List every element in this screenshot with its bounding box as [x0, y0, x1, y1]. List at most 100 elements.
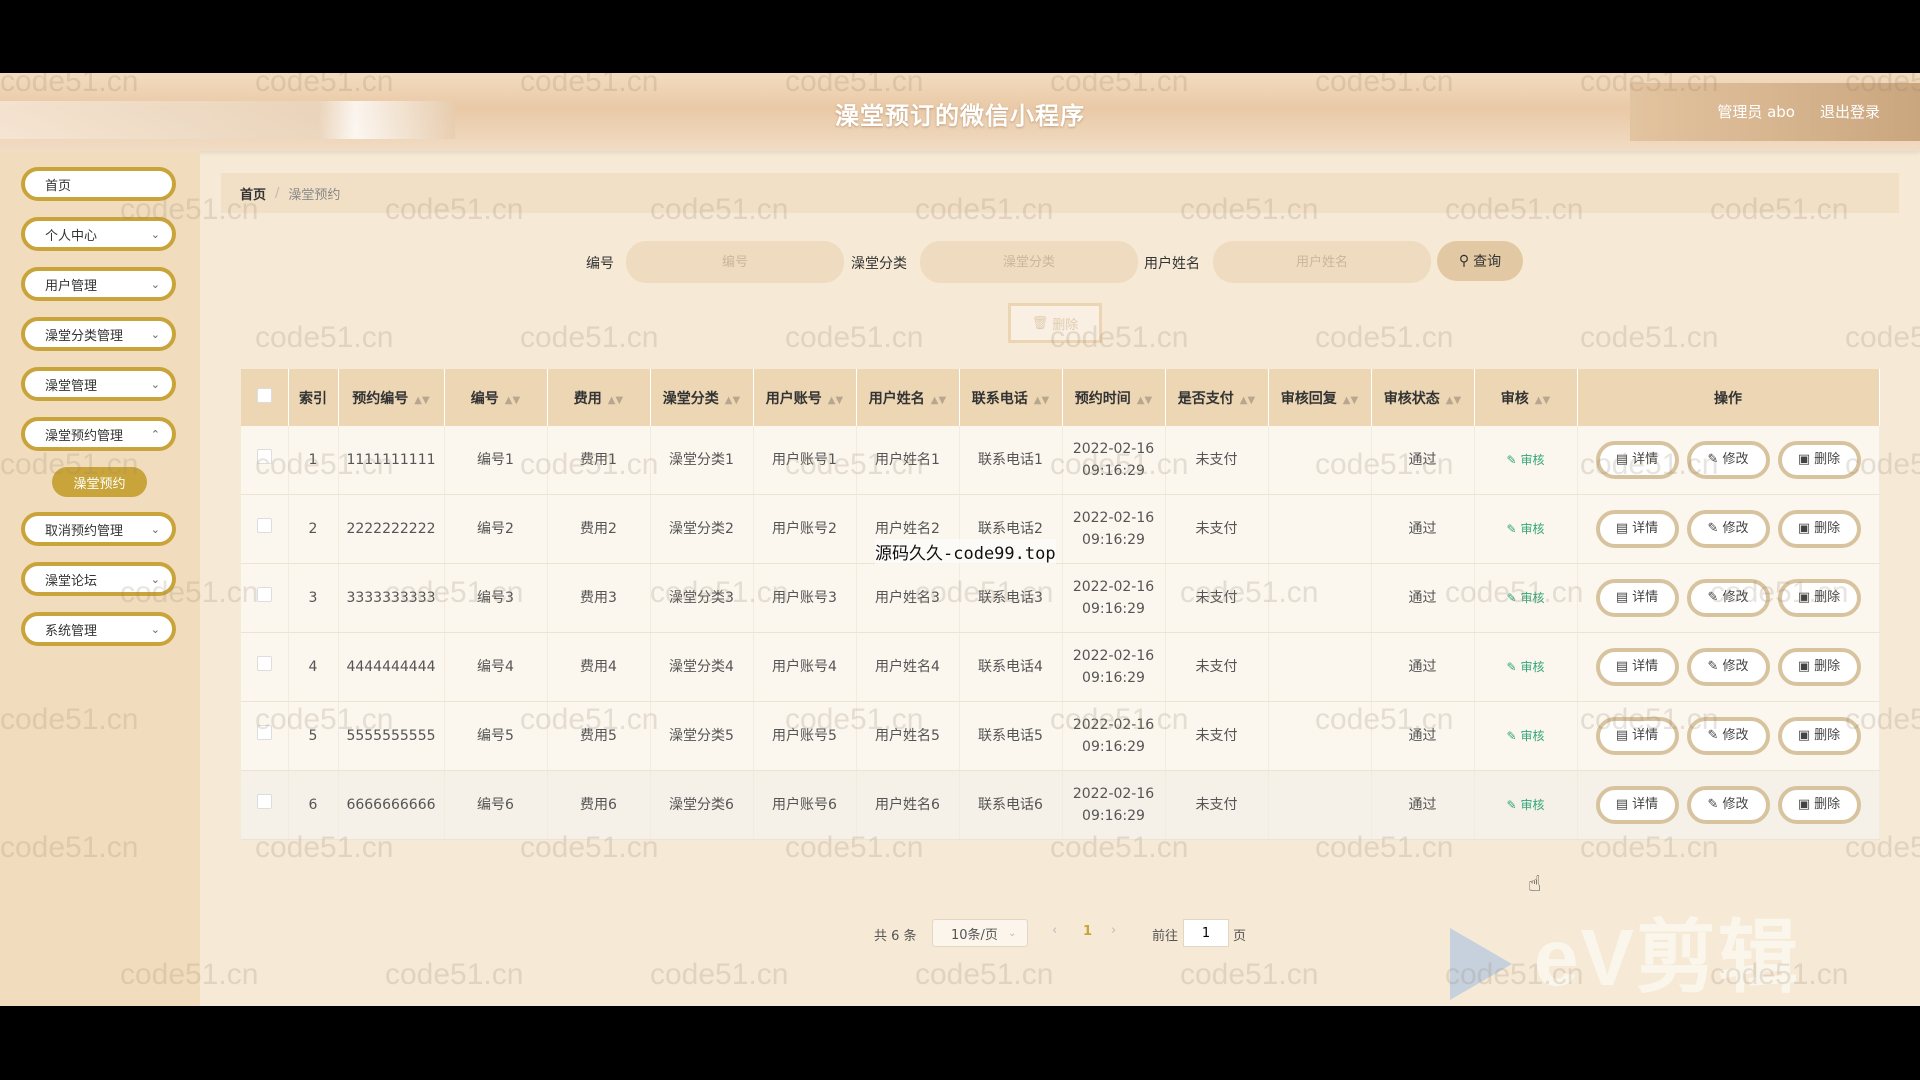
audit-link[interactable]: ✎ 审核 [1507, 729, 1545, 743]
row-checkbox[interactable] [241, 770, 289, 840]
sort-icon[interactable]: ▲▼ [931, 395, 946, 406]
edit-icon: ✎ [1506, 453, 1517, 467]
edit-button[interactable]: ✎ 修改 [1686, 441, 1770, 479]
column-header-booking-no[interactable]: 预约编号 ▲▼ [338, 369, 445, 426]
cell-account: 用户账号2 [753, 494, 857, 564]
cell-fee: 费用2 [547, 494, 651, 564]
sort-icon[interactable]: ▲▼ [725, 395, 740, 406]
column-header-reply[interactable]: 审核回复 ▲▼ [1268, 369, 1372, 426]
delete-button[interactable]: ▣ 删除 [1777, 510, 1861, 548]
audit-link[interactable]: ✎ 审核 [1507, 453, 1545, 467]
edit-button[interactable]: ✎ 修改 [1686, 510, 1770, 548]
sidebar-item-cancel-booking-management[interactable]: 取消预约管理 ⌄ [21, 512, 176, 546]
delete-button[interactable]: ▣ 删除 [1777, 717, 1861, 755]
user-name-search-input[interactable] [1213, 241, 1431, 283]
column-header-phone[interactable]: 联系电话 ▲▼ [959, 369, 1063, 426]
column-header-paid[interactable]: 是否支付 ▲▼ [1165, 369, 1269, 426]
column-header-audit[interactable]: 审核 ▲▼ [1474, 369, 1578, 426]
column-header-account[interactable]: 用户账号 ▲▼ [753, 369, 857, 426]
sidebar-item-system-management[interactable]: 系统管理 ⌄ [21, 612, 176, 646]
sort-icon[interactable]: ▲▼ [1343, 395, 1358, 406]
column-header-status[interactable]: 审核状态 ▲▼ [1371, 369, 1475, 426]
row-checkbox[interactable] [241, 494, 289, 564]
sidebar-subitem-bath-booking[interactable]: 澡堂预约 [52, 467, 147, 497]
sidebar-item-bath-booking-management[interactable]: 澡堂预约管理 ⌃ [21, 417, 176, 451]
document-icon: ▤ [1615, 728, 1629, 743]
row-checkbox[interactable] [241, 563, 289, 633]
next-page-icon[interactable]: › [1111, 923, 1116, 938]
delete-button[interactable]: ▣ 删除 [1777, 786, 1861, 824]
sort-icon[interactable]: ▲▼ [505, 395, 520, 406]
detail-button[interactable]: ▤ 详情 [1595, 510, 1679, 548]
sidebar-item-bath-forum[interactable]: 澡堂论坛 ⌄ [21, 562, 176, 596]
number-search-input[interactable] [626, 241, 844, 283]
column-header-booking-time[interactable]: 预约时间 ▲▼ [1062, 369, 1166, 426]
watermark-text: code51.cn [1180, 958, 1319, 991]
sort-icon[interactable]: ▲▼ [1446, 395, 1461, 406]
column-header-number[interactable]: 编号 ▲▼ [444, 369, 548, 426]
prev-page-icon[interactable]: ‹ [1052, 923, 1057, 938]
search-button[interactable]: ⚲ 查询 [1437, 241, 1523, 281]
cell-paid: 未支付 [1165, 632, 1269, 702]
cell-booking-time: 2022-02-16 09:16:29 [1062, 701, 1166, 771]
edit-button[interactable]: ✎ 修改 [1686, 717, 1770, 755]
cell-status: 通过 [1371, 426, 1475, 495]
edit-button[interactable]: ✎ 修改 [1686, 786, 1770, 824]
breadcrumb-home[interactable]: 首页 [240, 184, 266, 203]
row-checkbox[interactable] [241, 426, 289, 495]
row-checkbox[interactable] [241, 701, 289, 771]
cell-no: 编号3 [444, 563, 548, 633]
audit-link[interactable]: ✎ 审核 [1507, 660, 1545, 674]
column-header-category[interactable]: 澡堂分类 ▲▼ [650, 369, 754, 426]
edit-icon: ✎ [1707, 659, 1719, 674]
booking-table: 索引 预约编号 ▲▼ 编号 ▲▼ 费用 ▲▼ 澡堂分类 ▲▼ 用户账号 ▲▼ 用户姓名 ▲▼… [241, 369, 1880, 840]
detail-button[interactable]: ▤ 详情 [1595, 786, 1679, 824]
table-row[interactable]: 4 4444444444 编号4 费用4 澡堂分类4 用户账号4 用户姓名4 联系电话4 202… [241, 632, 1880, 702]
row-checkbox[interactable] [241, 632, 289, 702]
detail-button[interactable]: ▤ 详情 [1595, 579, 1679, 617]
sidebar-item-label: 澡堂预约管理 [45, 428, 124, 444]
page-size-select[interactable]: 10条/页 ⌄ [932, 919, 1028, 947]
sort-icon[interactable]: ▲▼ [828, 395, 843, 406]
audit-link[interactable]: ✎ 审核 [1507, 798, 1545, 812]
watermark-text: code51.cn [385, 958, 524, 991]
trash-icon: 🗑 [1031, 315, 1049, 331]
sidebar-item-bath-category-management[interactable]: 澡堂分类管理 ⌄ [21, 317, 176, 351]
audit-link[interactable]: ✎ 审核 [1507, 591, 1545, 605]
table-row[interactable]: 6 6666666666 编号6 费用6 澡堂分类6 用户账号6 用户姓名6 联系电话6 202… [241, 770, 1880, 840]
sort-icon[interactable]: ▲▼ [1034, 395, 1049, 406]
detail-button[interactable]: ▤ 详情 [1595, 717, 1679, 755]
delete-button[interactable]: ▣ 删除 [1777, 648, 1861, 686]
goto-page-input[interactable] [1183, 919, 1229, 947]
bulk-delete-button[interactable]: 🗑 删除 [1008, 303, 1102, 343]
sidebar-item-bath-management[interactable]: 澡堂管理 ⌄ [21, 367, 176, 401]
category-search-input[interactable] [920, 241, 1138, 283]
delete-button[interactable]: ▣ 删除 [1777, 441, 1861, 479]
sort-icon[interactable]: ▲▼ [1240, 395, 1255, 406]
edit-button[interactable]: ✎ 修改 [1686, 579, 1770, 617]
select-all-checkbox[interactable] [241, 369, 289, 426]
detail-button[interactable]: ▤ 详情 [1595, 441, 1679, 479]
sort-icon[interactable]: ▲▼ [1535, 395, 1550, 406]
edit-button[interactable]: ✎ 修改 [1686, 648, 1770, 686]
table-row[interactable]: 2 2222222222 编号2 费用2 澡堂分类2 用户账号2 用户姓名2 联系电话2 202… [241, 494, 1880, 564]
sort-icon[interactable]: ▲▼ [414, 395, 429, 406]
table-row[interactable]: 3 3333333333 编号3 费用3 澡堂分类3 用户账号3 用户姓名3 联系电话3 202… [241, 563, 1880, 633]
table-row[interactable]: 1 1111111111 编号1 费用1 澡堂分类1 用户账号1 用户姓名1 联系电话1 202… [241, 426, 1880, 495]
cell-index: 1 [288, 426, 339, 495]
column-header-user-name[interactable]: 用户姓名 ▲▼ [856, 369, 960, 426]
column-header-fee[interactable]: 费用 ▲▼ [547, 369, 651, 426]
delete-button[interactable]: ▣ 删除 [1777, 579, 1861, 617]
search-bar: 编号 澡堂分类 用户姓名 ⚲ 查询 [0, 241, 1920, 283]
detail-button[interactable]: ▤ 详情 [1595, 648, 1679, 686]
page-number-button[interactable]: 1 [1083, 924, 1092, 939]
cell-phone: 联系电话1 [959, 426, 1063, 495]
sort-icon[interactable]: ▲▼ [1137, 395, 1152, 406]
cell-index: 2 [288, 494, 339, 564]
sort-icon[interactable]: ▲▼ [608, 395, 623, 406]
table-row[interactable]: 5 5555555555 编号5 费用5 澡堂分类5 用户账号5 用户姓名5 联系电话5 202… [241, 701, 1880, 771]
logout-button[interactable]: 退出登录 [1820, 101, 1880, 122]
sidebar-item-home[interactable]: 首页 [21, 167, 176, 201]
cell-actions: ▤ 详情 ✎ 修改 ▣ 删除 [1577, 632, 1880, 702]
audit-link[interactable]: ✎ 审核 [1507, 522, 1545, 536]
